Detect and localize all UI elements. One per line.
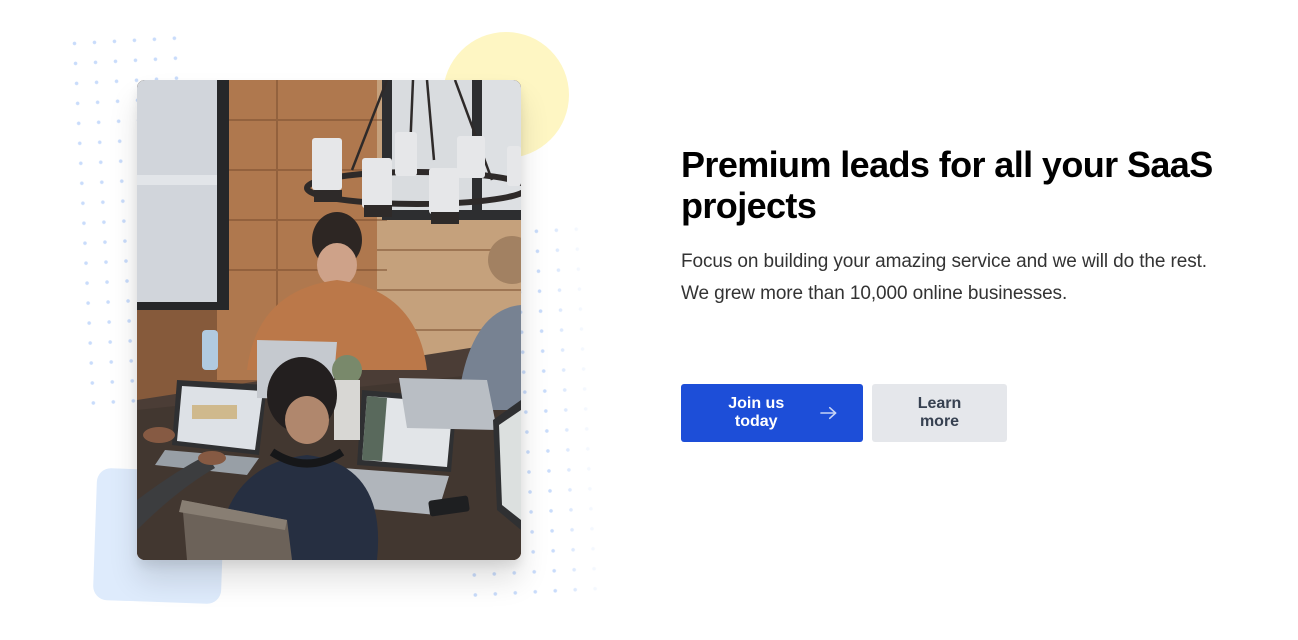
hero-description-line-1: Focus on building your amazing service a… (681, 251, 1207, 272)
join-us-today-button[interactable]: Join us today (681, 384, 863, 442)
hero-description-line-2: We grew more than 10,000 online business… (681, 283, 1068, 304)
learn-more-label: Learn more (917, 395, 962, 430)
hero-headline: Premium leads for all your SaaS projects (681, 144, 1213, 226)
learn-more-button[interactable]: Learn more (872, 384, 1007, 442)
hero-actions: Join us today Learn more (681, 384, 1281, 442)
hero-content: Premium leads for all your SaaS projects… (681, 144, 1281, 442)
join-us-today-label: Join us today (728, 395, 785, 430)
hero-image (137, 80, 521, 560)
arrow-right-icon (820, 406, 837, 420)
hero-image-illustration (137, 80, 521, 560)
hero-section: Premium leads for all your SaaS projects… (0, 0, 1298, 640)
hero-description: Focus on building your amazing service a… (681, 246, 1281, 310)
